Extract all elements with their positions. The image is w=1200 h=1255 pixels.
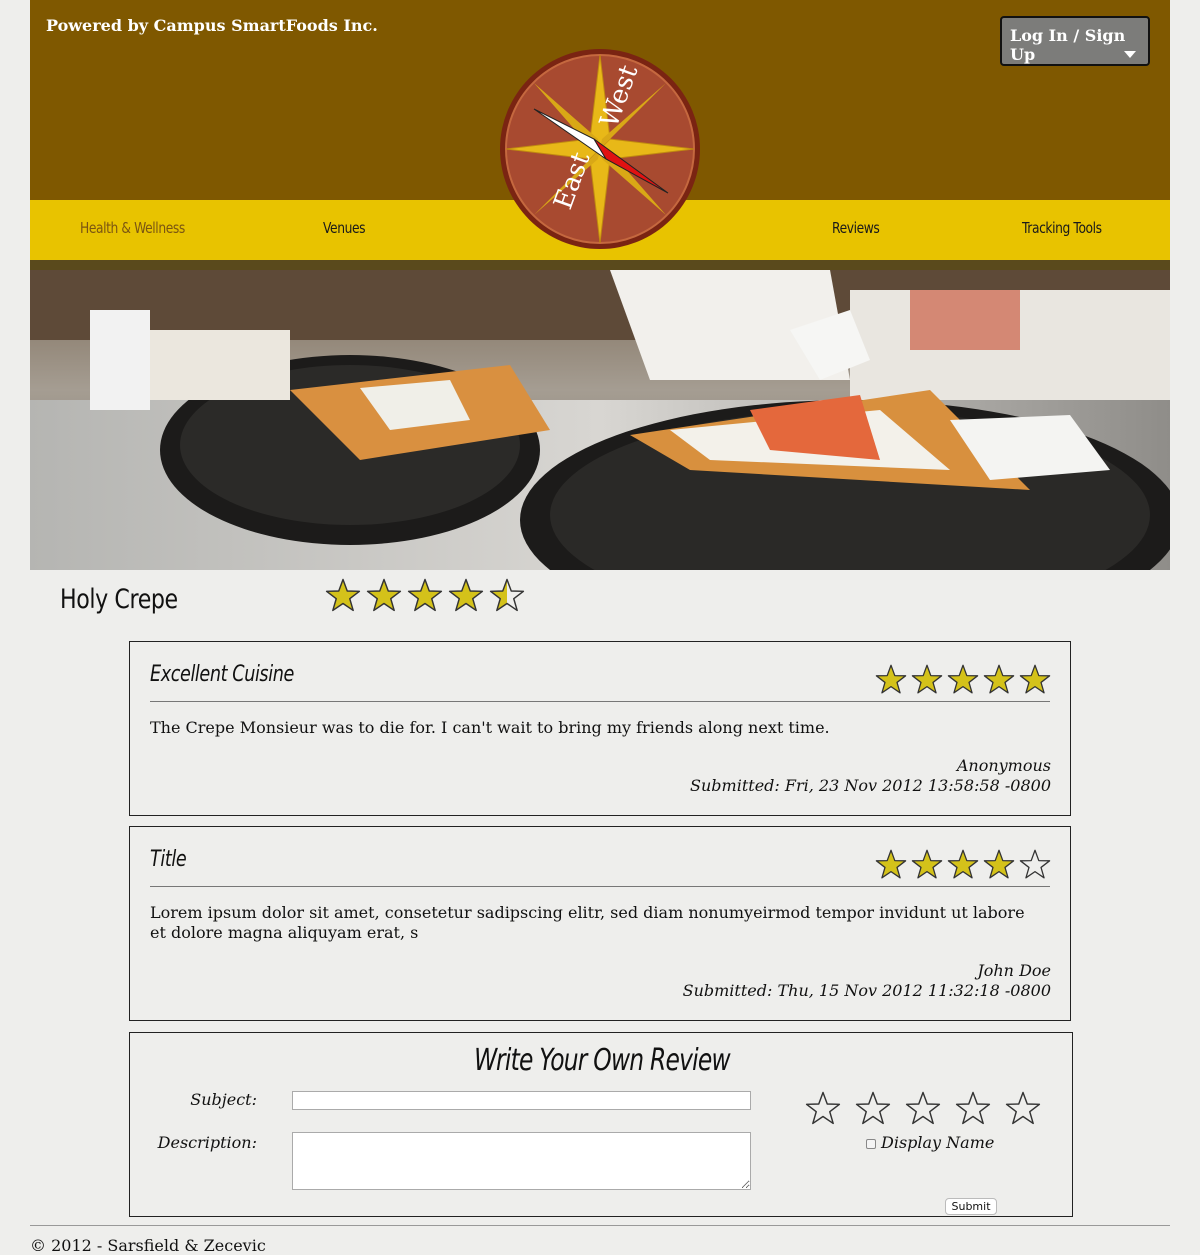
subject-input[interactable] [292,1091,751,1110]
login-signup-button[interactable]: Log In / Sign Up [1000,16,1150,66]
star-icon [407,578,443,612]
star-icon[interactable] [1005,1091,1041,1127]
star-icon[interactable] [905,1091,941,1127]
star-icon [875,849,907,879]
star-icon [983,849,1015,879]
nav-item-venues[interactable]: Venues [323,219,366,237]
star-icon [983,664,1015,694]
nav-divider [30,260,1170,270]
star-icon[interactable] [855,1091,891,1127]
display-name-label: Display Name [881,1133,995,1152]
star-icon[interactable] [805,1091,841,1127]
write-review-title: Write Your Own Review [474,1043,731,1078]
nav-item-health-wellness[interactable]: Health & Wellness [80,219,185,237]
review-title: Title [150,847,187,872]
star-icon [947,849,979,879]
description-label: Description: [157,1133,257,1152]
star-icon [366,578,402,612]
footer-divider [30,1225,1170,1226]
review-divider [150,701,1050,702]
subject-label: Subject: [190,1090,257,1109]
chevron-down-icon [1124,51,1136,58]
hero-crepe-photo [30,270,1170,570]
review-rating-stars [875,664,1051,696]
nav-item-tracking-tools[interactable]: Tracking Tools [1022,219,1102,237]
login-signup-label: Log In / Sign Up [1010,26,1126,64]
star-icon [1019,664,1051,694]
write-review-form: Write Your Own Review Subject: Descripti… [129,1032,1073,1217]
description-input[interactable] [292,1132,751,1190]
star-icon[interactable] [955,1091,991,1127]
review-rating-stars [875,849,1051,881]
review-date: Submitted: Fri, 23 Nov 2012 13:58:58 -08… [690,776,1051,795]
venue-rating-stars [325,578,525,614]
review-body: Lorem ipsum dolor sit amet, consetetur s… [150,903,1025,942]
review-author: John Doe [977,961,1051,980]
footer-copyright: © 2012 - Sarsfield & Zecevic [30,1236,266,1255]
display-name-checkbox[interactable] [866,1139,876,1149]
review-date: Submitted: Thu, 15 Nov 2012 11:32:18 -08… [682,981,1051,1000]
review-title: Excellent Cuisine [150,662,294,687]
venue-name: Holy Crepe [60,584,178,615]
star-icon [875,664,907,694]
submit-button[interactable]: Submit [945,1198,997,1215]
star-icon [1019,849,1051,879]
nav-item-reviews[interactable]: Reviews [832,219,880,237]
star-icon [911,664,943,694]
rating-input-stars[interactable] [805,1091,1041,1127]
star-icon [489,578,525,612]
powered-by-text: Powered by Campus SmartFoods Inc. [46,16,378,35]
east-west-compass-logo[interactable]: East West [498,47,702,251]
star-icon [448,578,484,612]
review-card: Title Lorem ipsum dolor sit amet, conset… [129,826,1071,1021]
review-body: The Crepe Monsieur was to die for. I can… [150,718,830,737]
star-icon [911,849,943,879]
review-divider [150,886,1050,887]
star-icon [325,578,361,612]
review-author: Anonymous [956,756,1051,775]
star-icon [947,664,979,694]
review-card: Excellent Cuisine The Crepe Monsieur was… [129,641,1071,816]
